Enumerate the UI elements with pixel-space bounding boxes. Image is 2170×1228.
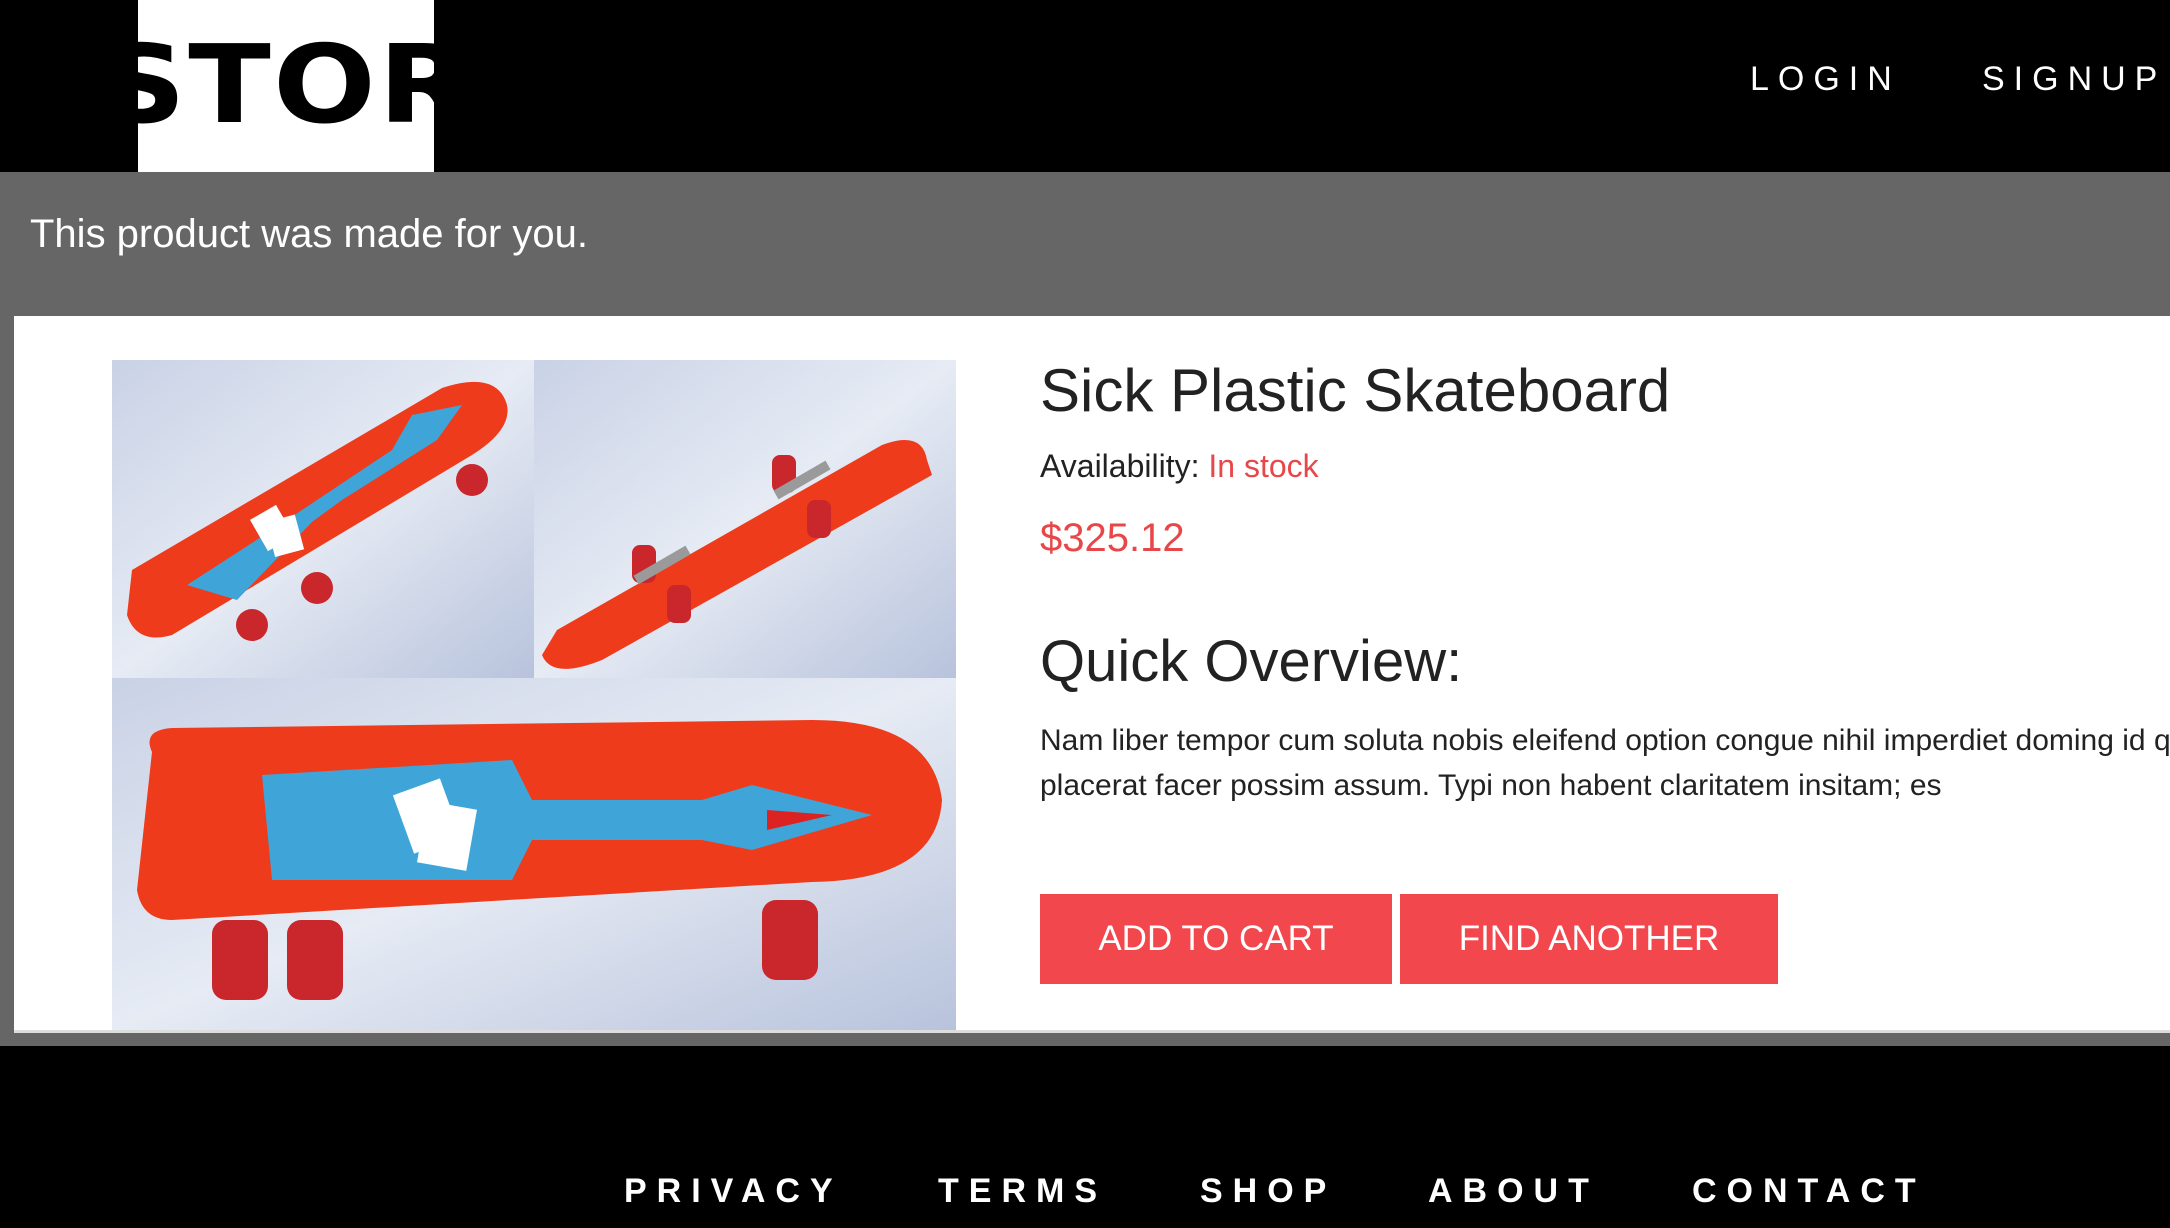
availability: Availability: In stock xyxy=(1040,448,1319,485)
availability-status: In stock xyxy=(1208,448,1319,484)
footer-link-terms[interactable]: TERMS xyxy=(938,1172,1107,1211)
site-logo[interactable]: STOR xyxy=(99,0,471,172)
site-header: STOR LOGIN SIGNUP xyxy=(0,0,2170,172)
add-to-cart-button[interactable]: ADD TO CART xyxy=(1040,894,1392,984)
footer-link-shop[interactable]: SHOP xyxy=(1200,1172,1336,1211)
logo-text: STOR xyxy=(98,23,474,148)
footer-link-about[interactable]: ABOUT xyxy=(1428,1172,1599,1211)
product-title: Sick Plastic Skateboard xyxy=(1040,357,1671,424)
overview-line: Nam liber tempor cum soluta nobis eleife… xyxy=(1040,724,2170,757)
product-image xyxy=(112,360,956,1030)
overview-heading: Quick Overview: xyxy=(1040,629,1463,694)
skateboard-photo xyxy=(112,360,956,1030)
find-another-button[interactable]: FIND ANOTHER xyxy=(1400,894,1778,984)
banner-tagline: This product was made for you. xyxy=(30,212,589,256)
login-link[interactable]: LOGIN xyxy=(1750,60,1901,99)
site-footer: PRIVACY TERMS SHOP ABOUT CONTACT xyxy=(0,1046,2170,1228)
product-price: $325.12 xyxy=(1040,516,1185,560)
product-card: Sick Plastic Skateboard Availability: In… xyxy=(14,316,2170,1033)
signup-link[interactable]: SIGNUP xyxy=(1982,60,2166,99)
overview-line: placerat facer possim assum. Typi non ha… xyxy=(1040,769,1942,802)
availability-label: Availability: xyxy=(1040,448,1200,484)
footer-link-privacy[interactable]: PRIVACY xyxy=(624,1172,843,1211)
footer-link-contact[interactable]: CONTACT xyxy=(1692,1172,1926,1211)
overview-text: Nam liber tempor cum soluta nobis eleife… xyxy=(1040,718,2170,808)
